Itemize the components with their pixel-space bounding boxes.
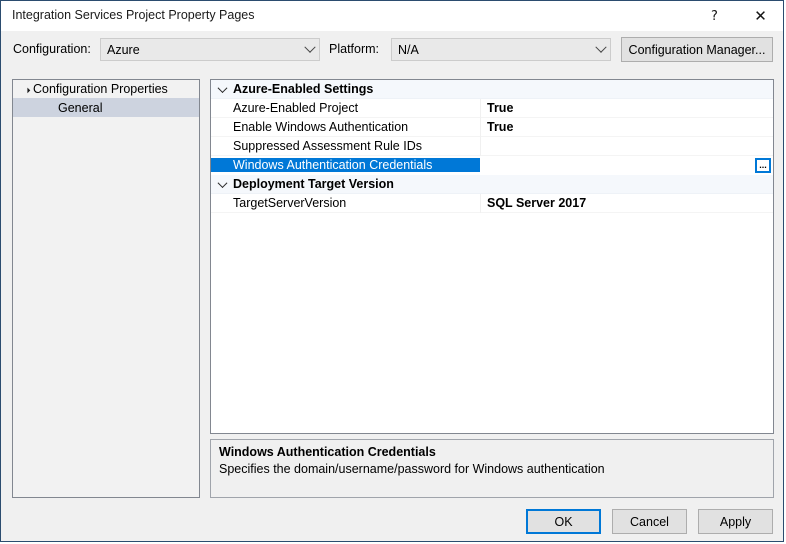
tree-item-label: General [58,100,103,115]
tree-item-general[interactable]: General [13,98,199,117]
property-name: Azure-Enabled Project [233,101,359,115]
property-name: TargetServerVersion [233,196,347,210]
chevron-down-icon [592,41,610,54]
configuration-manager-button[interactable]: Configuration Manager... [621,37,773,62]
property-row[interactable]: Enable Windows Authentication True [211,117,773,137]
chevron-down-icon[interactable] [211,177,233,188]
chevron-down-icon [301,41,319,54]
property-category-row[interactable]: Deployment Target Version [211,175,773,194]
cancel-button[interactable]: Cancel [612,509,687,534]
property-name: Suppressed Assessment Rule IDs [233,139,422,153]
description-title: Windows Authentication Credentials [219,445,436,459]
configuration-selected-value: Azure [107,42,140,57]
property-value-editor[interactable]: ... [480,155,773,175]
configuration-label: Configuration: [13,42,91,56]
property-row[interactable]: Suppressed Assessment Rule IDs [211,136,773,156]
help-button[interactable]: ? [692,1,737,31]
tree-item-label: Configuration Properties [33,82,168,96]
property-row[interactable]: TargetServerVersion SQL Server 2017 [211,193,773,213]
expander-triangle-icon[interactable] [19,84,33,94]
ellipsis-browse-button[interactable]: ... [755,157,771,173]
property-grid[interactable]: Azure-Enabled Settings Azure-Enabled Pro… [210,79,774,434]
platform-dropdown[interactable]: N/A [391,38,611,61]
property-category-label: Deployment Target Version [233,177,394,191]
platform-label: Platform: [329,42,380,56]
property-row-selected[interactable]: Windows Authentication Credentials ... [211,155,773,175]
tree-item-configuration-properties[interactable]: Configuration Properties [13,80,199,98]
property-pages-dialog: Integration Services Project Property Pa… [0,0,784,542]
property-value[interactable]: True [480,98,773,118]
property-value[interactable]: SQL Server 2017 [480,193,773,213]
configuration-toolbar: Configuration: Azure Platform: N/A Confi… [1,32,783,70]
ok-button[interactable]: OK [526,509,601,534]
property-row[interactable]: Azure-Enabled Project True [211,98,773,118]
property-name: Windows Authentication Credentials [211,158,480,172]
property-value[interactable] [480,136,773,156]
description-text: Specifies the domain/username/password f… [219,462,605,476]
chevron-down-icon[interactable] [211,82,233,93]
title-bar: Integration Services Project Property Pa… [1,1,783,31]
configuration-dropdown[interactable]: Azure [100,38,320,61]
close-icon: ✕ [754,6,767,25]
apply-button[interactable]: Apply [698,509,773,534]
window-title: Integration Services Project Property Pa… [12,8,255,22]
property-name: Enable Windows Authentication [233,120,409,134]
question-mark-icon: ? [711,8,718,24]
property-category-row[interactable]: Azure-Enabled Settings [211,80,773,99]
configuration-tree[interactable]: Configuration Properties General [12,79,200,498]
close-button[interactable]: ✕ [738,1,783,31]
property-value[interactable]: True [480,117,773,137]
platform-selected-value: N/A [398,42,419,57]
property-description-pane: Windows Authentication Credentials Speci… [210,439,774,498]
property-category-label: Azure-Enabled Settings [233,82,374,96]
